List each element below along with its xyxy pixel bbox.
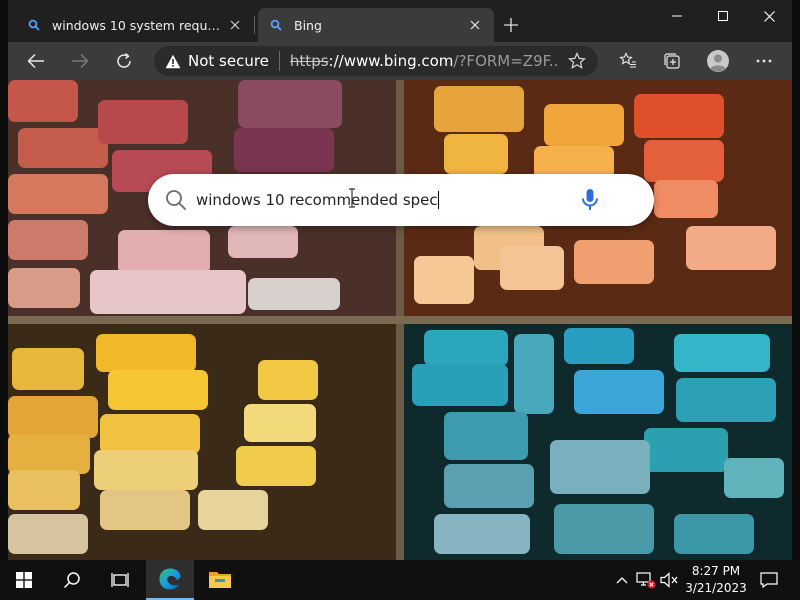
close-tab-icon[interactable]: [466, 16, 484, 34]
taskbar: 8:27 PM 3/21/2023: [0, 560, 800, 600]
tab-title: windows 10 system requirements - Search: [52, 17, 220, 33]
security-status-label[interactable]: Not secure: [188, 52, 269, 70]
address-bar[interactable]: Not secure https://www.bing.com/?FORM=Z9…: [154, 46, 598, 76]
url-text[interactable]: https://www.bing.com/?FORM=Z9F...: [290, 52, 560, 70]
taskbar-edge-button[interactable]: [146, 560, 194, 600]
favorites-icon: [619, 52, 636, 68]
tab-strip: windows 10 system requirements - Search …: [0, 0, 800, 42]
clock-time: 8:27 PM: [691, 564, 741, 578]
notification-icon: [760, 572, 778, 588]
voice-search-button[interactable]: [576, 186, 604, 214]
taskbar-file-explorer-button[interactable]: [196, 560, 244, 600]
image-divider-horizontal: [8, 316, 792, 324]
speaker-muted-icon: [660, 572, 678, 588]
tab-title: Bing: [294, 17, 322, 33]
collections-button[interactable]: [656, 45, 688, 77]
navigation-toolbar: Not secure https://www.bing.com/?FORM=Z9…: [0, 42, 800, 80]
background-image-bottom-right: [404, 324, 792, 560]
task-view-button[interactable]: [96, 560, 144, 600]
maximize-icon: [718, 11, 728, 21]
arrow-left-icon: [27, 53, 44, 69]
url-path: /?FORM=Z9F...: [453, 52, 560, 70]
network-status-button[interactable]: [636, 570, 656, 590]
plus-icon: [504, 18, 518, 32]
new-tab-button[interactable]: [498, 12, 524, 38]
close-window-button[interactable]: [746, 0, 792, 32]
show-hidden-icons-button[interactable]: [612, 570, 632, 590]
refresh-button[interactable]: [108, 45, 140, 77]
maximize-button[interactable]: [700, 0, 746, 32]
taskbar-search-button[interactable]: [48, 560, 96, 600]
warning-icon[interactable]: [164, 52, 182, 70]
search-icon[interactable]: [164, 188, 188, 212]
address-separator: [278, 51, 280, 71]
minimize-icon: [672, 15, 682, 17]
edge-icon: [159, 568, 181, 590]
tab-windows-10-system-requirements[interactable]: windows 10 system requirements - Search: [16, 8, 254, 42]
action-center-button[interactable]: [754, 560, 784, 600]
start-button[interactable]: [0, 560, 48, 600]
close-icon: [763, 10, 775, 22]
clock-date: 3/21/2023: [685, 581, 747, 595]
bing-homepage: windows 10 recommended spec: [8, 80, 792, 560]
forward-button[interactable]: [64, 45, 96, 77]
refresh-icon: [117, 52, 131, 68]
search-input[interactable]: windows 10 recommended spec: [196, 191, 576, 210]
start-icon: [16, 572, 32, 588]
settings-more-button[interactable]: [748, 45, 780, 77]
url-host: ://www.bing.com: [328, 52, 454, 70]
url-scheme: https: [289, 52, 329, 70]
collections-icon: [664, 53, 680, 69]
search-icon: [63, 572, 80, 589]
tab-bing[interactable]: Bing: [258, 8, 494, 42]
volume-button[interactable]: [660, 570, 680, 590]
file-explorer-icon: [209, 572, 231, 588]
system-clock[interactable]: 8:27 PM 3/21/2023: [684, 563, 748, 597]
chevron-up-icon: [616, 577, 628, 584]
minimize-button[interactable]: [654, 0, 700, 32]
back-button[interactable]: [20, 45, 52, 77]
tab-divider: [254, 16, 255, 34]
task-view-icon: [111, 573, 129, 587]
more-icon: [756, 59, 772, 63]
bing-search-box[interactable]: windows 10 recommended spec: [148, 174, 654, 226]
search-icon: [268, 17, 284, 33]
close-tab-icon[interactable]: [226, 16, 244, 34]
search-icon: [26, 17, 42, 33]
favorites-button[interactable]: [612, 45, 644, 77]
arrow-right-icon: [72, 53, 89, 69]
text-caret: [437, 191, 439, 210]
profile-button[interactable]: [702, 45, 734, 77]
browser-window: windows 10 system requirements - Search …: [0, 0, 800, 560]
microphone-icon: [582, 189, 598, 210]
star-icon: [568, 52, 586, 69]
text-cursor-icon: [349, 188, 355, 208]
avatar-icon: [707, 50, 729, 72]
network-disconnected-icon: [636, 572, 656, 589]
add-favorite-button[interactable]: [566, 50, 588, 72]
background-image-bottom-left: [8, 324, 396, 560]
search-query-text: windows 10 recommended spec: [196, 190, 438, 209]
